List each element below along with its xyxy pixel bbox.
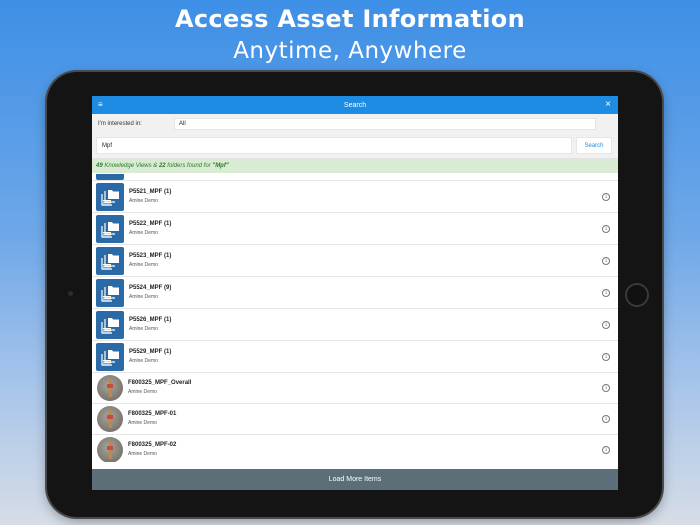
item-subtitle: Amine Demo — [128, 451, 157, 457]
item-texts: F800325_MPF_Overall Amine Demo — [128, 379, 191, 397]
list-item-partial[interactable] — [92, 173, 618, 181]
results-list: P5521_MPF (1) Amine Demo i P5522_MPF (1)… — [92, 173, 618, 462]
item-name: P5526_MPF (1) — [129, 316, 172, 323]
item-name: P5521_MPF (1) — [129, 188, 172, 195]
promo-headline: Access Asset Information Anytime, Anywhe… — [0, 4, 700, 66]
info-icon[interactable]: i — [602, 224, 610, 233]
folder-icon — [96, 342, 124, 371]
result-text-1: Knowledge Views & — [102, 163, 159, 169]
list-item[interactable]: F800325_MPF-01 Amine Demo i — [92, 404, 618, 435]
info-icon[interactable]: i — [602, 446, 610, 454]
item-name: P5529_MPF (1) — [129, 348, 172, 355]
item-texts: P5523_MPF (1) Amine Demo — [129, 252, 171, 270]
item-name: F800325_MPF_Overall — [128, 380, 192, 386]
item-subtitle: Amine Demo — [128, 389, 157, 395]
item-subtitle: Amine Demo — [129, 293, 158, 300]
item-texts: P5526_MPF (1) Amine Demo — [129, 316, 171, 334]
item-name: F800325_MPF-02 — [128, 442, 177, 448]
folder-icon — [96, 246, 124, 275]
app-header: ≡ Search × — [92, 96, 618, 114]
item-texts: F800325_MPF-02 Amine Demo — [128, 441, 176, 459]
folder-icon — [96, 174, 124, 180]
info-icon[interactable]: i — [602, 256, 610, 265]
folder-icon — [96, 214, 124, 243]
headline-subtitle: Anytime, Anywhere — [233, 38, 467, 64]
item-subtitle: Amine Demo — [128, 420, 157, 426]
folder-icon — [96, 182, 124, 211]
item-name: P5524_MPF (9) — [129, 284, 172, 291]
item-subtitle: Amine Demo — [129, 357, 158, 364]
list-item[interactable]: P5523_MPF (1) Amine Demo i — [92, 245, 618, 277]
item-subtitle: Amine Demo — [129, 197, 158, 204]
list-item[interactable]: P5521_MPF (1) Amine Demo i — [92, 181, 618, 213]
search-button[interactable]: Search — [576, 137, 612, 154]
home-button[interactable] — [625, 283, 649, 307]
item-texts: P5521_MPF (1) Amine Demo — [129, 188, 171, 206]
knowledge-views-count: 49 — [96, 163, 103, 169]
item-name: P5523_MPF (1) — [129, 252, 172, 259]
item-texts: P5522_MPF (1) Amine Demo — [129, 220, 171, 238]
info-icon[interactable]: i — [602, 320, 610, 329]
filter-label: I'm interested in: — [98, 120, 142, 127]
result-query: "Mpf" — [212, 163, 229, 169]
folders-count: 22 — [158, 163, 166, 169]
item-name: F800325_MPF-01 — [128, 411, 177, 417]
camera-dot — [68, 291, 73, 296]
tablet-frame: ≡ Search × I'm interested in: All Mpf Se… — [47, 72, 662, 517]
list-item[interactable]: F800325_MPF-02 Amine Demo i — [92, 435, 618, 462]
info-icon[interactable]: i — [602, 415, 610, 423]
item-texts: F800325_MPF-01 Amine Demo — [128, 410, 176, 428]
search-row: Mpf Search — [92, 133, 618, 159]
item-subtitle: Amine Demo — [129, 261, 158, 268]
filter-row: I'm interested in: All — [92, 114, 618, 133]
app-screen: ≡ Search × I'm interested in: All Mpf Se… — [92, 96, 618, 490]
asset-photo-thumbnail — [97, 437, 123, 462]
item-subtitle: Amine Demo — [129, 325, 158, 332]
list-item[interactable]: P5524_MPF (9) Amine Demo i — [92, 277, 618, 309]
hamburger-icon[interactable]: ≡ — [98, 100, 103, 110]
result-text-2: folders found for — [165, 163, 213, 169]
asset-photo-thumbnail — [97, 406, 123, 432]
info-icon[interactable]: i — [602, 288, 610, 297]
item-subtitle: Amine Demo — [129, 229, 158, 236]
item-texts: P5524_MPF (9) Amine Demo — [129, 284, 171, 302]
headline-title: Access Asset Information — [175, 5, 525, 33]
list-item[interactable]: P5522_MPF (1) Amine Demo i — [92, 213, 618, 245]
search-input[interactable]: Mpf — [96, 137, 572, 154]
list-item[interactable]: F800325_MPF_Overall Amine Demo i — [92, 373, 618, 404]
folder-icon — [96, 310, 124, 339]
close-icon[interactable]: × — [605, 99, 611, 110]
page-title: Search — [343, 101, 367, 109]
list-item[interactable]: P5526_MPF (1) Amine Demo i — [92, 309, 618, 341]
info-icon[interactable]: i — [602, 352, 610, 361]
result-summary: 49 Knowledge Views & 22 folders found fo… — [92, 159, 618, 173]
info-icon[interactable]: i — [602, 384, 610, 392]
folder-icon — [96, 278, 124, 307]
filter-select[interactable]: All — [174, 117, 596, 130]
load-more-button[interactable]: Load More Items — [92, 469, 618, 490]
asset-photo-thumbnail — [97, 375, 123, 401]
list-item[interactable]: P5529_MPF (1) Amine Demo i — [92, 341, 618, 373]
item-name: P5522_MPF (1) — [129, 220, 172, 227]
info-icon[interactable]: i — [602, 192, 610, 201]
item-texts: P5529_MPF (1) Amine Demo — [129, 348, 171, 366]
